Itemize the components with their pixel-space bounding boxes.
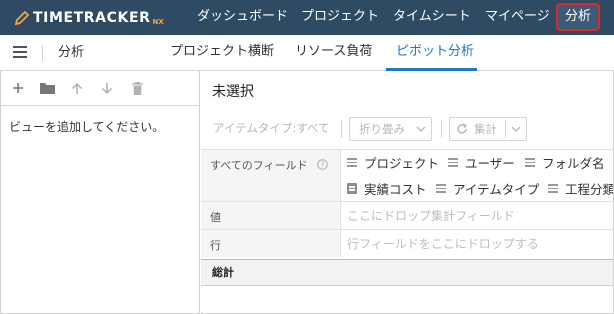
view-toolbar xyxy=(1,71,200,106)
fold-dropdown[interactable]: 折り畳み xyxy=(349,117,432,141)
refresh-icon xyxy=(457,123,468,134)
topnav-mypage[interactable]: マイページ xyxy=(485,0,550,35)
arrow-up-icon[interactable] xyxy=(69,80,85,96)
value-drop-row[interactable]: 値 ここにドロップ集計フィールド xyxy=(201,201,614,229)
field-chip-item-type[interactable]: アイテムタイプ xyxy=(436,179,539,198)
topnav-project[interactable]: プロジェクト xyxy=(301,0,379,35)
folder-icon[interactable] xyxy=(39,80,55,96)
field-chip-project[interactable]: プロジェクト xyxy=(347,153,439,172)
tab-cross-project[interactable]: プロジェクト横断 xyxy=(170,35,274,71)
row-label-cell: 行 xyxy=(201,230,341,257)
all-fields-label-cell: すべてのフィールド ? xyxy=(201,150,341,202)
field-chip-folder[interactable]: フォルダ名 xyxy=(525,153,605,172)
add-icon[interactable] xyxy=(10,80,26,96)
aggregate-label: 集計 xyxy=(474,122,497,136)
list-icon xyxy=(347,158,357,167)
logo-sub: NX xyxy=(152,18,164,26)
row-label: 行 xyxy=(210,239,221,252)
value-label-cell: 値 xyxy=(201,202,341,229)
topnav-timesheet[interactable]: タイムシート xyxy=(393,0,471,35)
svg-text:?: ? xyxy=(321,160,325,169)
value-label: 値 xyxy=(210,211,221,224)
value-drop-zone[interactable]: ここにドロップ集計フィールド xyxy=(347,207,515,224)
menu-icon[interactable] xyxy=(13,46,27,58)
all-fields-row: すべてのフィールド ? プロジェクト ユーザー フォルダ名 実績コスト アイテム… xyxy=(201,149,614,202)
help-icon[interactable]: ? xyxy=(317,159,328,170)
topnav-analysis[interactable]: 分析 xyxy=(556,3,600,31)
view-list-panel: ビューを追加してください。 xyxy=(0,71,200,314)
numeric-field-icon xyxy=(347,183,357,194)
logo-text: TIMETRACKER xyxy=(33,10,151,26)
field-label: プロジェクト xyxy=(364,156,440,171)
divider xyxy=(42,45,43,61)
field-label: 工程分類 xyxy=(565,182,614,197)
divider xyxy=(505,120,506,138)
pivot-panel: 未選択 アイテムタイプ:すべて 折り畳み 集計 すべてのフィールド ? プロジェ… xyxy=(201,71,614,314)
fold-label: 折り畳み xyxy=(359,122,405,136)
row-drop-row[interactable]: 行 行フィールドをここにドロップする xyxy=(201,229,614,257)
divider xyxy=(441,120,442,138)
list-icon xyxy=(525,158,535,167)
top-nav-bar: TIMETRACKER NX ダッシュボード プロジェクト タイムシート マイペ… xyxy=(0,0,614,35)
trash-icon[interactable] xyxy=(129,80,145,96)
logo-pencil-icon xyxy=(14,10,30,26)
tab-pivot-analysis[interactable]: ピボット分析 xyxy=(396,35,474,71)
grand-total-row: 総計 xyxy=(201,259,614,286)
arrow-down-icon[interactable] xyxy=(99,80,115,96)
page-title: 分析 xyxy=(58,45,85,60)
row-drop-zone[interactable]: 行フィールドをここにドロップする xyxy=(347,235,539,252)
field-label: フォルダ名 xyxy=(542,156,605,171)
pivot-toolbar: アイテムタイプ:すべて 折り畳み 集計 xyxy=(201,117,614,143)
app-logo[interactable]: TIMETRACKER NX xyxy=(13,6,164,30)
grand-total-label: 総計 xyxy=(212,266,234,279)
view-title: 未選択 xyxy=(212,84,254,100)
field-chip-user[interactable]: ユーザー xyxy=(448,153,515,172)
field-label: ユーザー xyxy=(465,156,515,171)
all-fields-label: すべてのフィールド xyxy=(210,159,308,172)
field-chip-actual-cost[interactable]: 実績コスト xyxy=(347,179,427,198)
tab-resource-load[interactable]: リソース負荷 xyxy=(295,35,372,71)
field-label: アイテムタイプ xyxy=(453,182,540,197)
sub-header: 分析 プロジェクト横断 リソース負荷 ピボット分析 xyxy=(0,35,614,71)
divider xyxy=(341,120,342,138)
list-icon xyxy=(436,184,446,193)
empty-view-message: ビューを追加してください。 xyxy=(9,120,165,134)
chevron-down-icon[interactable] xyxy=(511,126,521,133)
aggregate-button[interactable]: 集計 xyxy=(449,117,527,141)
field-label: 実績コスト xyxy=(364,182,427,197)
list-icon xyxy=(448,158,458,167)
list-icon xyxy=(548,184,558,193)
topnav-dashboard[interactable]: ダッシュボード xyxy=(197,0,288,35)
chevron-down-icon xyxy=(416,126,426,132)
item-type-filter[interactable]: アイテムタイプ:すべて xyxy=(213,117,329,139)
field-chip-process-category[interactable]: 工程分類 xyxy=(548,179,614,198)
